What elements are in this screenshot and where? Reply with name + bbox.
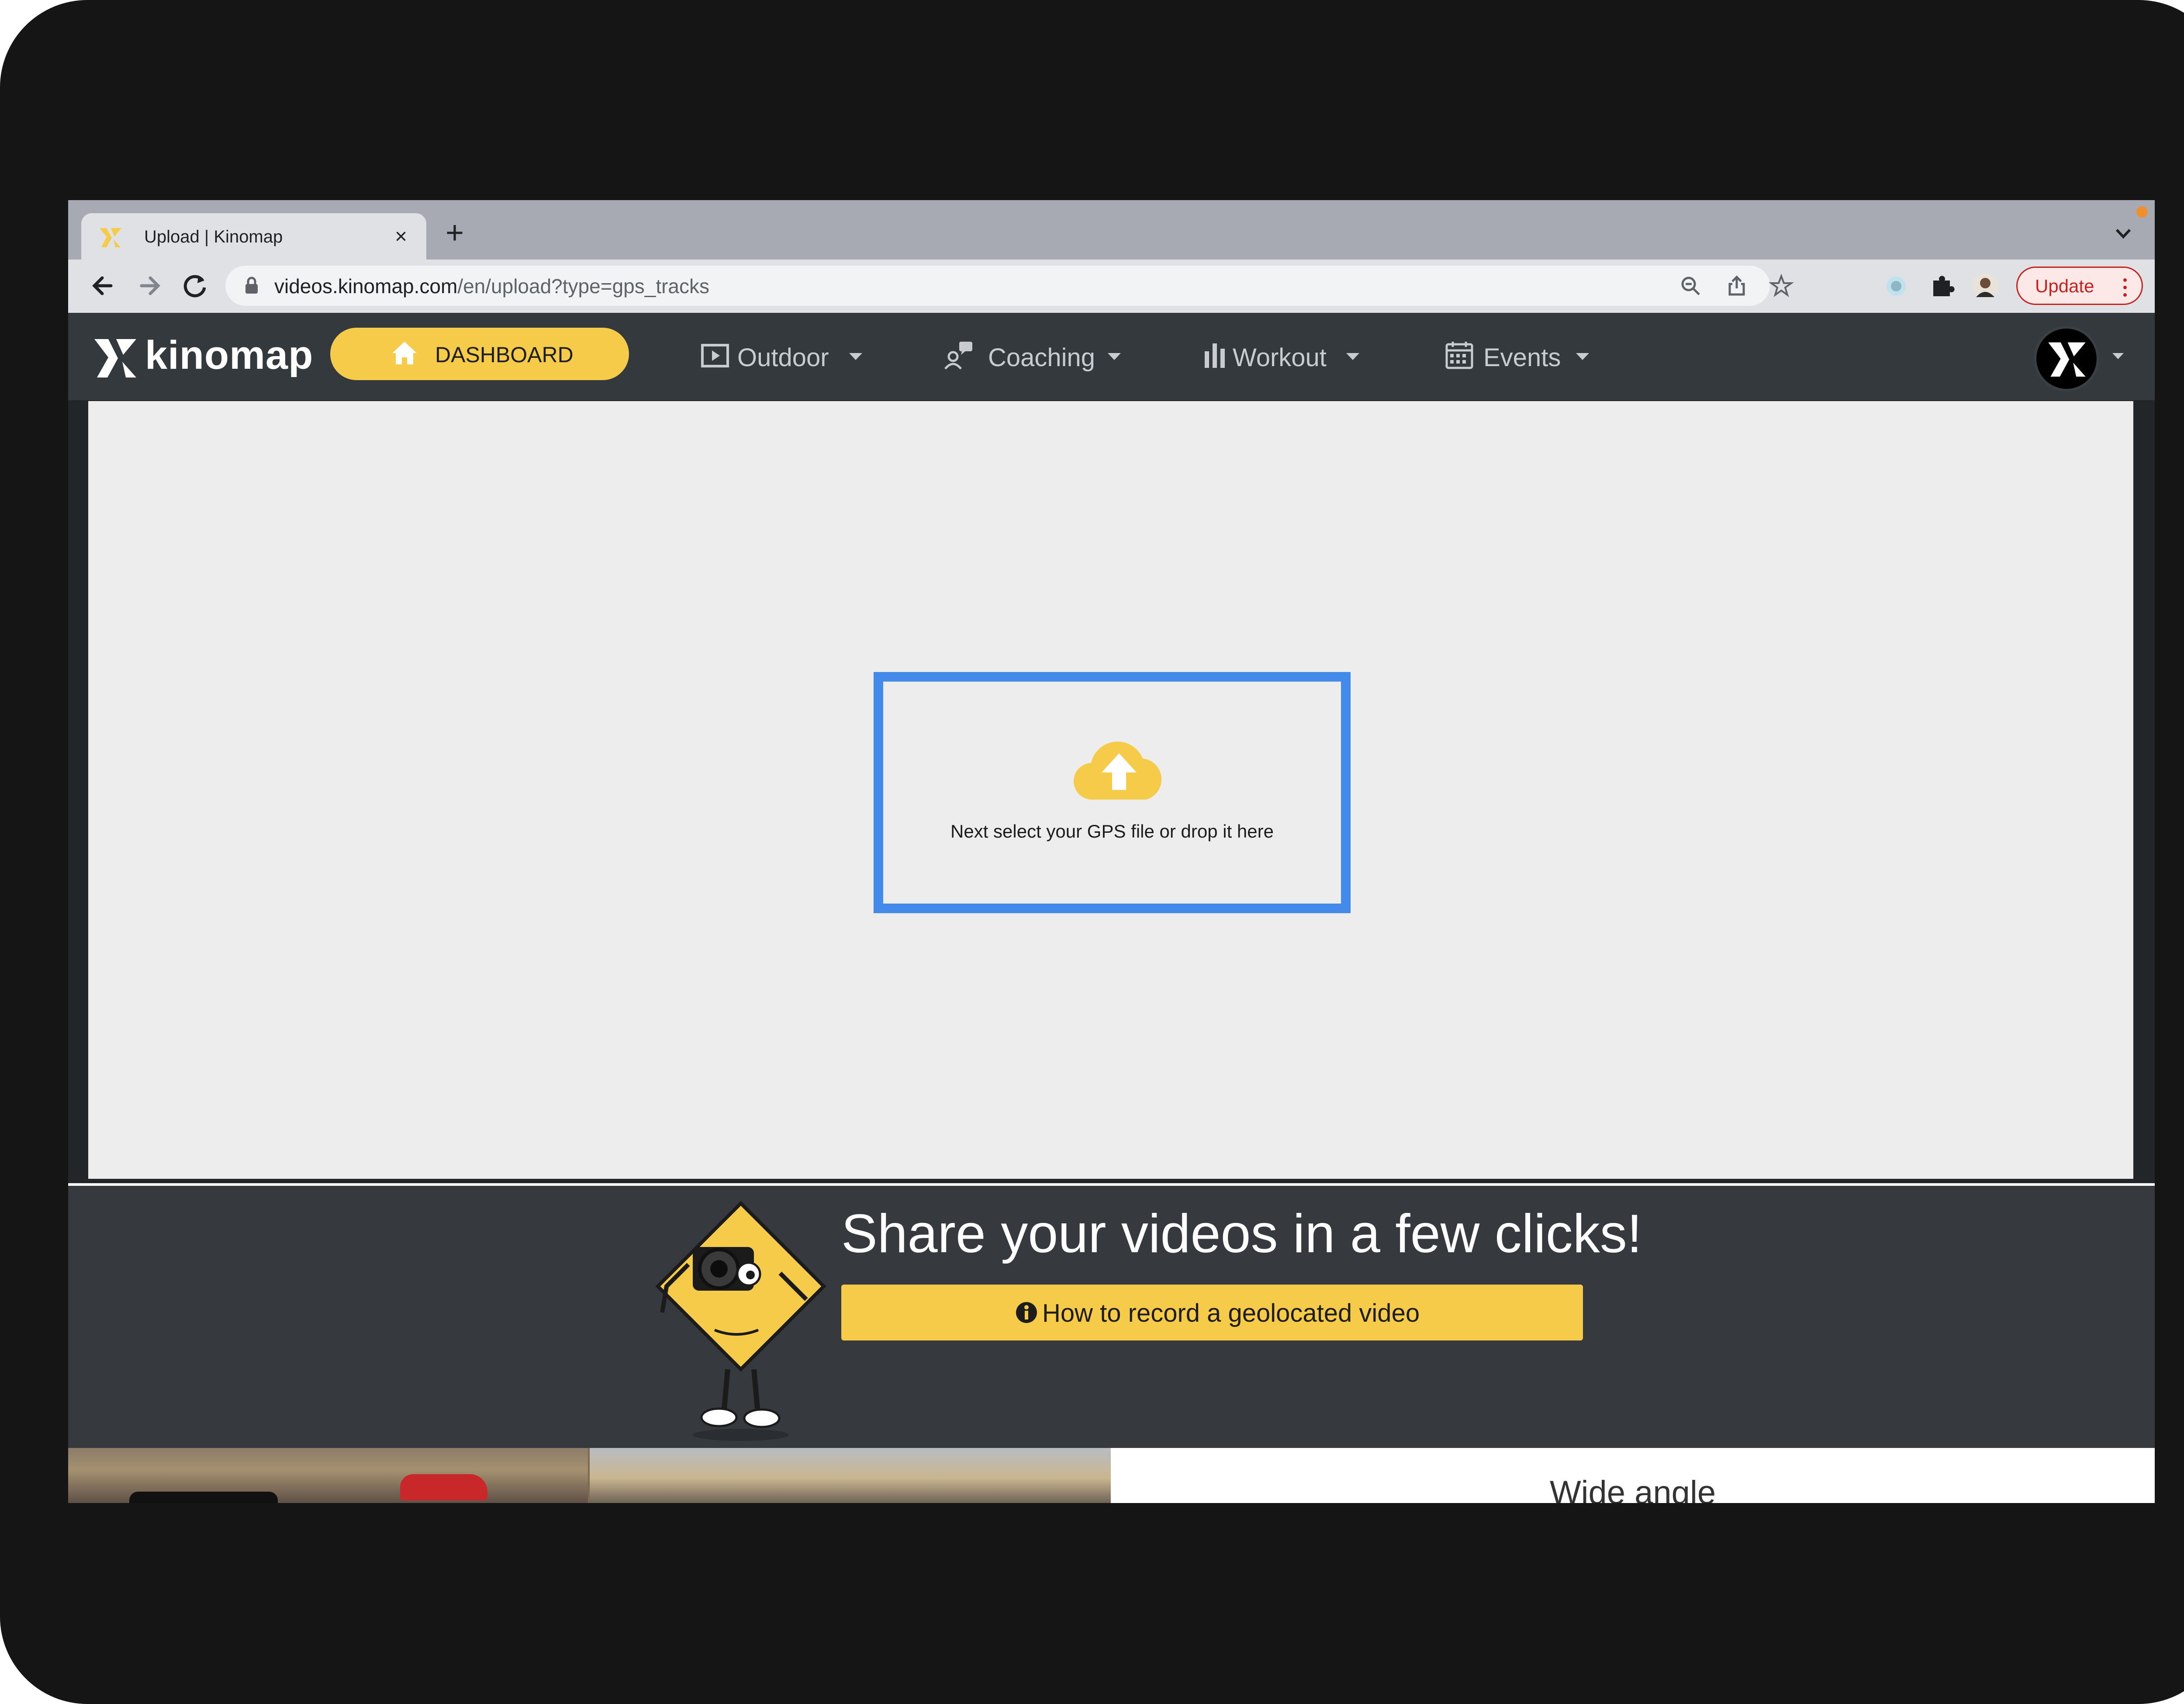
- zoom-icon[interactable]: [1678, 274, 1703, 298]
- promo-title: Share your videos in a few clicks!: [841, 1204, 1642, 1264]
- video-thumbnail[interactable]: [590, 1448, 1111, 1503]
- nav-events[interactable]: Events: [1444, 335, 1601, 378]
- how-to-record-button[interactable]: How to record a geolocated video: [841, 1285, 1583, 1340]
- url-text: videos.kinomap.com/en/upload?type=gps_tr…: [274, 275, 709, 297]
- forward-icon[interactable]: [132, 268, 167, 303]
- dashboard-label: DASHBOARD: [435, 343, 574, 367]
- promo-banner: Share your videos in a few clicks! How t…: [68, 1186, 2155, 1448]
- wide-angle-panel: Wide angle: [1111, 1448, 2155, 1503]
- car-shape: [400, 1474, 487, 1500]
- tab-search-chevron-icon[interactable]: [2112, 225, 2134, 242]
- nav-events-label: Events: [1483, 343, 1561, 372]
- extension-globe-icon[interactable]: [1881, 271, 1911, 301]
- bookmark-star-icon[interactable]: [1769, 274, 1794, 298]
- update-button[interactable]: Update: [2016, 267, 2143, 305]
- user-avatar[interactable]: [2034, 326, 2099, 391]
- browser-window: Upload | Kinomap × + videos.kinomap.com/…: [68, 200, 2155, 1503]
- coach-icon: [944, 342, 972, 370]
- update-label: Update: [2035, 276, 2094, 296]
- logo-text[interactable]: kinomap: [145, 331, 313, 379]
- nav-outdoor[interactable]: Outdoor: [700, 335, 874, 378]
- share-icon[interactable]: [1724, 274, 1749, 298]
- notification-dot: [2136, 206, 2148, 218]
- kinomap-logo-icon[interactable]: [91, 336, 139, 379]
- bars-icon: [1205, 343, 1225, 368]
- cloud-upload-icon: [1073, 741, 1162, 800]
- chevron-down-icon: [1346, 353, 1359, 360]
- kinomap-avatar-logo-icon: [2048, 342, 2086, 377]
- url-input[interactable]: videos.kinomap.com/en/upload?type=gps_tr…: [225, 266, 1794, 306]
- tab-close-icon[interactable]: ×: [389, 225, 413, 249]
- camera-mascot-icon: [655, 1201, 826, 1441]
- video-thumbnail[interactable]: [68, 1448, 588, 1503]
- url-host: videos.kinomap.com: [274, 275, 458, 298]
- nav-workout[interactable]: Workout: [1201, 335, 1367, 378]
- chevron-down-icon[interactable]: [2111, 352, 2125, 360]
- browser-tab[interactable]: Upload | Kinomap ×: [81, 213, 426, 260]
- dropzone-text: Next select your GPS file or drop it her…: [950, 821, 1274, 842]
- chevron-down-icon: [849, 353, 862, 360]
- kinomap-favicon-icon: [100, 228, 121, 247]
- how-to-record-label: How to record a geolocated video: [1042, 1299, 1420, 1327]
- nav-workout-label: Workout: [1233, 343, 1327, 372]
- gps-dropzone[interactable]: Next select your GPS file or drop it her…: [874, 672, 1351, 913]
- tab-strip: Upload | Kinomap × +: [68, 200, 2155, 260]
- extensions-puzzle-icon[interactable]: [1927, 271, 1958, 301]
- video-caption-bar: [129, 1492, 278, 1503]
- play-box-icon: [701, 344, 729, 367]
- url-path: /en/upload?type=gps_tracks: [457, 275, 709, 298]
- back-icon[interactable]: [86, 268, 121, 303]
- reload-icon[interactable]: [177, 268, 212, 303]
- home-icon: [392, 342, 417, 364]
- calendar-icon: [1445, 342, 1473, 369]
- site-header: kinomap DASHBOARD Outdoor Coaching Worko…: [68, 313, 2155, 400]
- dashboard-button[interactable]: DASHBOARD: [330, 328, 629, 380]
- nav-outdoor-label: Outdoor: [737, 343, 829, 372]
- chevron-down-icon: [1576, 353, 1589, 360]
- lock-icon[interactable]: [243, 276, 260, 295]
- address-bar-row: videos.kinomap.com/en/upload?type=gps_tr…: [68, 260, 2155, 313]
- new-tab-button[interactable]: +: [439, 217, 470, 249]
- upload-panel: Next select your GPS file or drop it her…: [88, 401, 2133, 1179]
- video-thumbnails: [68, 1448, 1111, 1503]
- kebab-menu-icon[interactable]: [2121, 277, 2129, 298]
- tab-title: Upload | Kinomap: [144, 227, 283, 246]
- chevron-down-icon: [1108, 353, 1121, 360]
- profile-avatar-icon[interactable]: [1970, 271, 2001, 301]
- device-frame: Upload | Kinomap × + videos.kinomap.com/…: [0, 0, 2184, 1704]
- nav-coaching-label: Coaching: [988, 343, 1095, 372]
- wide-angle-heading: Wide angle: [1549, 1474, 1716, 1503]
- info-circle-icon: [1016, 1302, 1037, 1323]
- nav-coaching[interactable]: Coaching: [943, 335, 1127, 378]
